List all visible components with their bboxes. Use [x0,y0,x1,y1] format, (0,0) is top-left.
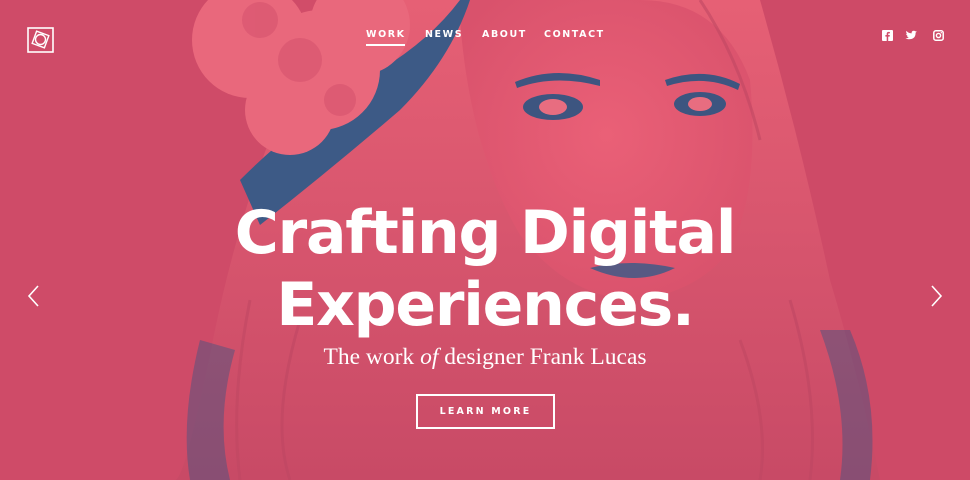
facebook-icon[interactable] [882,30,893,41]
subtitle-text-start: The work [323,344,421,370]
logo-icon[interactable] [27,27,54,53]
nav-about[interactable]: ABOUT [482,29,527,40]
nav-news[interactable]: NEWS [425,29,463,40]
learn-more-button[interactable]: LEARN MORE [416,394,555,429]
hero-headline-line1: Crafting Digital [234,198,737,268]
subtitle-italic-word: of [420,344,439,370]
hero-section: WORK NEWS ABOUT CONTACT Crafting Digital… [0,0,970,480]
nav-work[interactable]: WORK [366,29,406,46]
instagram-icon[interactable] [933,30,944,41]
subtitle-text-end: designer Frank Lucas [438,344,647,370]
hero-subtitle: The work of designer Frank Lucas [0,344,970,371]
hero-headline-line2: Experiences. [276,270,694,340]
nav-contact[interactable]: CONTACT [544,29,605,40]
social-links [882,30,944,42]
twitter-icon[interactable] [905,30,917,41]
